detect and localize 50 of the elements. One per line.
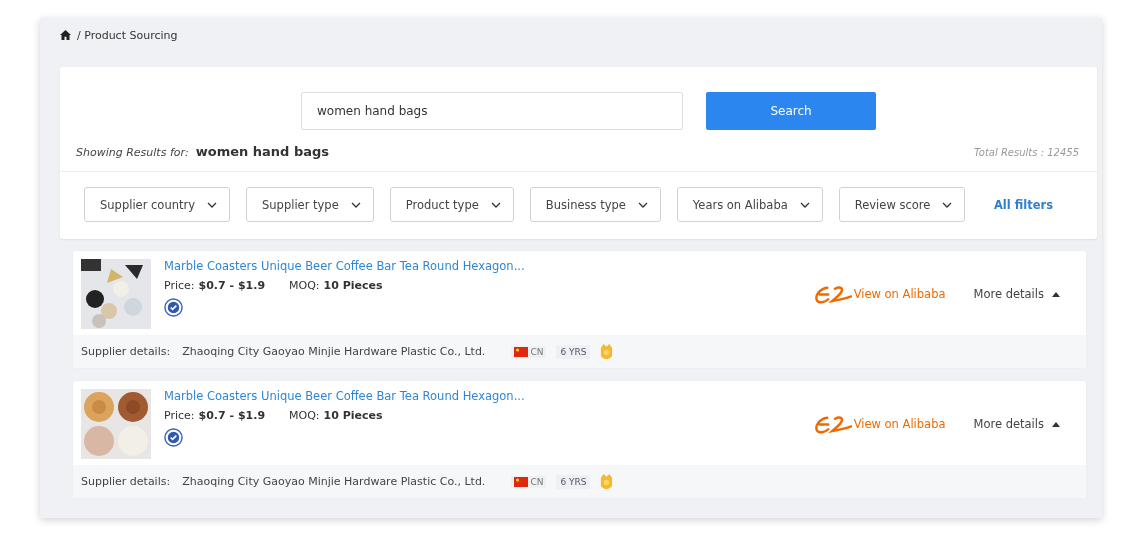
medal-icon <box>600 474 614 489</box>
supplier-name: Zhaoqing City Gaoyao Minjie Hardware Plastic Co., Ltd. <box>182 475 486 488</box>
filter-dropdown[interactable]: Supplier type <box>246 187 374 222</box>
verified-badge-icon <box>164 298 183 317</box>
filter-dropdown[interactable]: Years on Alibaba <box>676 187 823 222</box>
home-icon[interactable] <box>60 30 71 40</box>
verified-badge-icon <box>164 428 183 447</box>
chevron-down-icon <box>207 201 217 208</box>
moq-value: 10 Pieces <box>323 409 383 422</box>
moq-label: MOQ: <box>289 409 320 422</box>
flag-icon <box>514 476 529 487</box>
more-details-button[interactable]: More details <box>967 286 1066 302</box>
price-label: Price: <box>164 279 195 292</box>
supplier-label: Supplier details: <box>81 475 171 488</box>
results-label: Showing Results for: <box>76 146 189 159</box>
filter-dropdown[interactable]: Product type <box>389 187 514 222</box>
search-button[interactable]: Search <box>706 92 876 130</box>
chevron-down-icon <box>350 201 361 208</box>
search-field[interactable]: women hand bags <box>301 92 683 130</box>
chevron-down-icon <box>799 201 810 208</box>
medal-icon <box>600 344 614 359</box>
filter-dropdown[interactable]: Supplier country <box>84 187 230 222</box>
chevron-down-icon <box>942 201 953 208</box>
caret-up-icon <box>1052 421 1060 427</box>
price-value: $0.7 - $1.9 <box>198 409 266 422</box>
chevron-down-icon <box>490 201 501 208</box>
country-code: CN <box>530 476 544 487</box>
swoosh-logo-icon <box>813 413 852 435</box>
moq-value: 10 Pieces <box>323 279 383 292</box>
filter-dropdown[interactable]: Review score <box>838 187 966 222</box>
supplier-name: Zhaoqing City Gaoyao Minjie Hardware Plastic Co., Ltd. <box>182 345 486 358</box>
total-results: Total Results : 12455 <box>973 147 1079 158</box>
filter-dropdown[interactable]: Business type <box>529 187 661 222</box>
swoosh-logo-icon <box>813 283 852 305</box>
years-tag: 6 YRS <box>556 474 591 489</box>
caret-up-icon <box>1052 291 1060 297</box>
product-title-link[interactable]: Marble Coasters Unique Beer Coffee Bar Tea Round Hexagon... <box>164 389 525 403</box>
moq-label: MOQ: <box>289 279 320 292</box>
all-filters-link[interactable]: All filters <box>987 196 1059 213</box>
flag-icon <box>514 346 529 357</box>
country-code: CN <box>530 346 544 357</box>
search-query: women hand bags <box>195 144 330 159</box>
more-details-button[interactable]: More details <box>967 416 1066 432</box>
supplier-label: Supplier details: <box>81 345 171 358</box>
years-tag: 6 YRS <box>556 344 591 359</box>
breadcrumb-item: / Product Sourcing <box>77 28 178 42</box>
chevron-down-icon <box>637 201 648 208</box>
price-value: $0.7 - $1.9 <box>198 279 266 292</box>
price-label: Price: <box>164 409 195 422</box>
product-title-link[interactable]: Marble Coasters Unique Beer Coffee Bar Tea Round Hexagon... <box>164 259 525 273</box>
